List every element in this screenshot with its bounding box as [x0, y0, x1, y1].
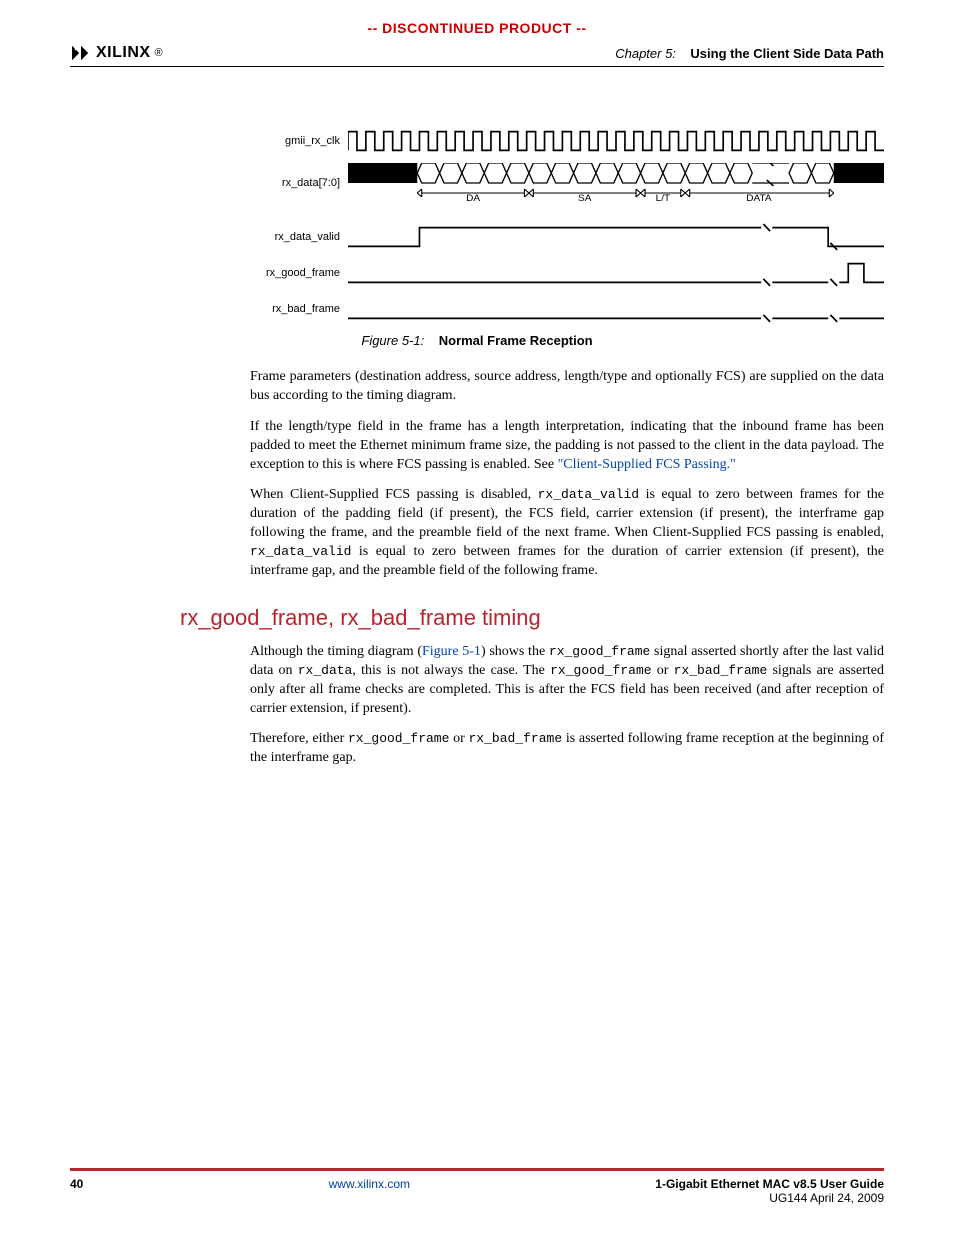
footer-url-link[interactable]: www.xilinx.com: [329, 1177, 410, 1191]
page-footer: 40 www.xilinx.com 1-Gigabit Ethernet MAC…: [70, 1162, 884, 1205]
xilinx-logo: XILINX ®: [70, 44, 163, 62]
paragraph: If the length/type field in the frame ha…: [250, 418, 884, 475]
timing-row-bad: rx_bad_frame: [250, 295, 884, 323]
text-run: or: [652, 663, 674, 678]
text-run: Although the timing diagram (: [250, 644, 422, 659]
chapter-number: Chapter 5:: [615, 46, 676, 61]
doc-title: 1-Gigabit Ethernet MAC v8.5 User Guide: [655, 1177, 884, 1191]
section-heading: rx_good_frame, rx_bad_frame timing: [180, 605, 884, 631]
data-waveform: DA SA L/T DATA: [348, 163, 884, 203]
signal-label-data: rx_data[7:0]: [250, 177, 340, 189]
logo-registered: ®: [155, 47, 163, 59]
code-token: rx_bad_frame: [674, 663, 768, 678]
code-token: rx_good_frame: [550, 663, 651, 678]
text-run: When Client-Supplied FCS passing is disa…: [250, 487, 538, 502]
signal-label-valid: rx_data_valid: [250, 231, 340, 243]
good-waveform: [348, 259, 884, 287]
paragraph: Frame parameters (destination address, s…: [250, 368, 884, 406]
figure-number: Figure 5-1:: [361, 333, 424, 348]
paragraph: Although the timing diagram (Figure 5-1)…: [250, 643, 884, 719]
text-run: Therefore, either: [250, 731, 348, 746]
header-rule: [70, 66, 884, 67]
clock-waveform: [348, 127, 884, 155]
signal-label-clk: gmii_rx_clk: [250, 135, 340, 147]
link-figure-5-1[interactable]: Figure 5-1: [422, 644, 481, 659]
paragraph: Therefore, either rx_good_frame or rx_ba…: [250, 730, 884, 768]
field-label-lt: L/T: [656, 193, 671, 203]
doc-id: UG144 April 24, 2009: [655, 1191, 884, 1205]
text-run: ) shows the: [481, 644, 549, 659]
timing-row-data: rx_data[7:0]: [250, 163, 884, 203]
xilinx-logo-icon: [70, 44, 92, 62]
signal-label-bad: rx_bad_frame: [250, 303, 340, 315]
code-token: rx_good_frame: [348, 731, 449, 746]
link-fcs-passing[interactable]: "Client-Supplied FCS Passing.": [558, 457, 736, 472]
code-token: rx_good_frame: [549, 644, 650, 659]
field-label-data: DATA: [746, 193, 772, 203]
signal-label-good: rx_good_frame: [250, 267, 340, 279]
page-header: XILINX ® Chapter 5: Using the Client Sid…: [70, 44, 884, 62]
timing-row-valid: rx_data_valid: [250, 223, 884, 251]
text-run: , this is not always the case. The: [352, 663, 550, 678]
discontinued-banner: -- DISCONTINUED PRODUCT --: [70, 20, 884, 36]
field-label-da: DA: [466, 193, 481, 203]
logo-text: XILINX: [96, 44, 151, 62]
timing-row-clk: gmii_rx_clk: [250, 127, 884, 155]
body-text-block-1: Frame parameters (destination address, s…: [250, 368, 884, 581]
chapter-title: Using the Client Side Data Path: [690, 46, 884, 61]
page-number: 40: [70, 1177, 83, 1191]
text-run: or: [449, 731, 468, 746]
code-token: rx_bad_frame: [469, 731, 563, 746]
valid-waveform: [348, 223, 884, 251]
footer-rule: [70, 1168, 884, 1171]
code-token: rx_data: [298, 663, 353, 678]
bad-waveform: [348, 295, 884, 323]
timing-diagram: gmii_rx_clk rx_data[7:0]: [250, 127, 884, 323]
chapter-breadcrumb: Chapter 5: Using the Client Side Data Pa…: [615, 46, 884, 61]
timing-row-good: rx_good_frame: [250, 259, 884, 287]
field-label-sa: SA: [578, 193, 592, 203]
figure-caption: Figure 5-1: Normal Frame Reception: [70, 333, 884, 348]
paragraph: When Client-Supplied FCS passing is disa…: [250, 486, 884, 580]
code-token: rx_data_valid: [538, 487, 639, 502]
figure-title: Normal Frame Reception: [439, 333, 593, 348]
body-text-block-2: Although the timing diagram (Figure 5-1)…: [250, 643, 884, 768]
code-token: rx_data_valid: [250, 544, 351, 559]
